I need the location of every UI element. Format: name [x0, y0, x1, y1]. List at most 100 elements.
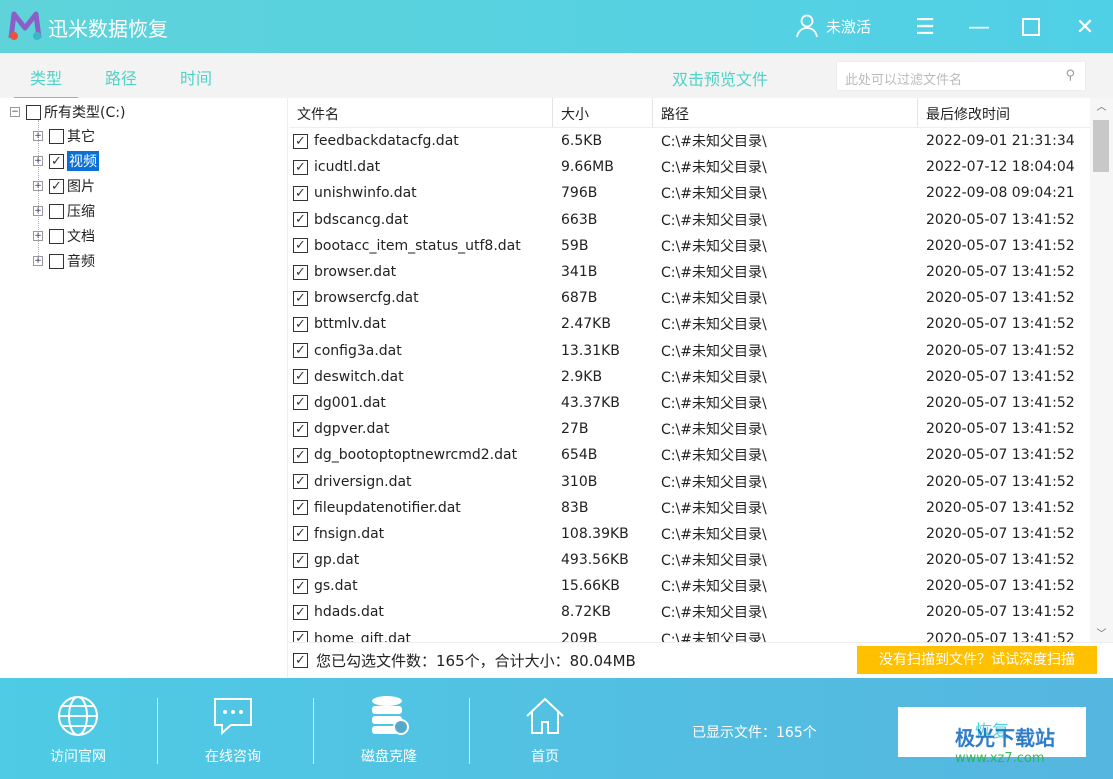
table-row[interactable]: ✓ dg001.dat 43.37KB C:\#未知父目录\ 2020-05-07 13…: [289, 390, 1090, 416]
table-row[interactable]: ✓ bdscancg.dat 663B C:\#未知父目录\ 2020-05-07 13…: [289, 207, 1090, 233]
filter-placeholder: 此处可以过滤文件名: [845, 73, 963, 88]
table-row[interactable]: ✓ gs.dat 15.66KB C:\#未知父目录\ 2020-05-07 13:41…: [289, 573, 1090, 599]
table-row[interactable]: ✓ unishwinfo.dat 796B C:\#未知父目录\ 2022-09-08 …: [289, 180, 1090, 206]
table-row[interactable]: ✓ config3a.dat 13.31KB C:\#未知父目录\ 2020-05-07…: [289, 338, 1090, 364]
table-row[interactable]: ✓ bttmlv.dat 2.47KB C:\#未知父目录\ 2020-05-07 13…: [289, 311, 1090, 337]
tab-type[interactable]: 类型: [14, 65, 79, 100]
expand-icon[interactable]: +: [33, 131, 43, 141]
visit-website-button[interactable]: 访问官网: [28, 694, 128, 766]
tab-path[interactable]: 路径: [105, 65, 137, 89]
row-checkbox[interactable]: ✓: [293, 421, 308, 437]
row-checkbox[interactable]: ✓: [293, 369, 308, 385]
row-checkbox[interactable]: ✓: [293, 500, 308, 516]
scrollbar-thumb[interactable]: [1093, 120, 1109, 172]
close-button[interactable]: ✕: [1070, 12, 1100, 42]
file-path: C:\#未知父目录\: [661, 134, 767, 151]
row-checkbox[interactable]: ✓: [293, 264, 308, 280]
row-checkbox[interactable]: ✓: [293, 474, 308, 490]
file-modified: 2020-05-07 13:41:52: [926, 525, 1075, 542]
tab-time[interactable]: 时间: [180, 65, 212, 89]
collapse-icon[interactable]: −: [10, 107, 20, 117]
header-modified[interactable]: 最后修改时间: [918, 98, 1090, 127]
row-checkbox[interactable]: ✓: [293, 395, 308, 411]
table-row[interactable]: ✓ deswitch.dat 2.9KB C:\#未知父目录\ 2020-05-07 1…: [289, 364, 1090, 390]
row-checkbox[interactable]: ✓: [293, 133, 308, 149]
table-row[interactable]: ✓ hdads.dat 8.72KB C:\#未知父目录\ 2020-05-07 13:…: [289, 599, 1090, 625]
tree-checkbox[interactable]: [26, 104, 41, 120]
tree-checkbox[interactable]: [49, 128, 64, 144]
tree-root[interactable]: − 所有类型(C:): [10, 102, 125, 122]
row-checkbox[interactable]: ✓: [293, 526, 308, 542]
row-checkbox[interactable]: ✓: [293, 212, 308, 228]
file-name: fnsign.dat: [314, 525, 385, 542]
table-row[interactable]: ✓ browser.dat 341B C:\#未知父目录\ 2020-05-07 13:…: [289, 259, 1090, 285]
file-path: C:\#未知父目录\: [661, 238, 767, 255]
tree-checkbox[interactable]: [49, 253, 64, 269]
file-size: 6.5KB: [561, 133, 603, 150]
file-name: icudtl.dat: [314, 159, 381, 176]
row-checkbox[interactable]: ✓: [293, 159, 308, 175]
tree-item[interactable]: + 文档: [33, 226, 95, 246]
watermark: 极光下载站 www.xz7.com: [955, 726, 1055, 766]
row-checkbox[interactable]: ✓: [293, 316, 308, 332]
header-name[interactable]: 文件名: [289, 98, 553, 127]
table-row[interactable]: ✓ driversign.dat 310B C:\#未知父目录\ 2020-05-07 …: [289, 468, 1090, 494]
expand-icon[interactable]: +: [33, 156, 43, 166]
row-checkbox[interactable]: ✓: [293, 343, 308, 359]
close-icon: ✕: [1075, 14, 1095, 40]
table-row[interactable]: ✓ bootacc_item_status_utf8.dat 59B C:\#未知父目…: [289, 233, 1090, 259]
disk-clone-button[interactable]: 磁盘克隆: [339, 694, 439, 766]
table-row[interactable]: ✓ icudtl.dat 9.66MB C:\#未知父目录\ 2022-07-12 18…: [289, 154, 1090, 180]
select-all-checkbox[interactable]: ✓: [293, 653, 308, 668]
expand-icon[interactable]: +: [33, 181, 43, 191]
row-checkbox[interactable]: ✓: [293, 578, 308, 594]
tree-checkbox[interactable]: ✓: [49, 178, 64, 194]
table-row[interactable]: ✓ fnsign.dat 108.39KB C:\#未知父目录\ 2020-05-07 …: [289, 521, 1090, 547]
minimize-button[interactable]: —: [964, 12, 994, 42]
row-checkbox[interactable]: ✓: [293, 447, 308, 463]
tree-item[interactable]: + 其它: [33, 126, 95, 146]
row-checkbox[interactable]: ✓: [293, 552, 308, 568]
row-checkbox[interactable]: ✓: [293, 238, 308, 254]
table-row[interactable]: ✓ dg_bootoptoptnewrcmd2.dat 654B C:\#未知父目录\…: [289, 442, 1090, 468]
table-row[interactable]: ✓ dgpver.dat 27B C:\#未知父目录\ 2020-05-07 13:41…: [289, 416, 1090, 442]
expand-icon[interactable]: +: [33, 206, 43, 216]
expand-icon[interactable]: +: [33, 231, 43, 241]
header-size[interactable]: 大小: [553, 98, 653, 127]
menu-button[interactable]: ☰: [910, 12, 940, 42]
tree-item[interactable]: + 压缩: [33, 201, 95, 221]
row-checkbox[interactable]: ✓: [293, 290, 308, 306]
row-checkbox[interactable]: ✓: [293, 631, 308, 642]
file-size: 83B: [561, 499, 589, 516]
tree-item[interactable]: + ✓ 视频: [33, 151, 99, 171]
file-path: C:\#未知父目录\: [661, 631, 767, 642]
tree-item[interactable]: + 音频: [33, 251, 95, 271]
scrollbar[interactable]: ︿ ﹀: [1090, 98, 1113, 642]
online-consult-label: 在线咨询: [205, 749, 261, 765]
file-size: 2.47KB: [561, 316, 611, 333]
tree-checkbox[interactable]: [49, 228, 64, 244]
tree-item[interactable]: + ✓ 图片: [33, 176, 95, 196]
expand-icon[interactable]: +: [33, 256, 43, 266]
file-modified: 2022-09-08 09:04:21: [926, 185, 1075, 202]
account-button[interactable]: 未激活: [796, 14, 871, 38]
header-path[interactable]: 路径: [653, 98, 918, 127]
home-button[interactable]: 首页: [495, 694, 595, 766]
deep-scan-button[interactable]: 没有扫描到文件？试试深度扫描: [857, 646, 1097, 674]
table-row[interactable]: ✓ feedbackdatacfg.dat 6.5KB C:\#未知父目录\ 2022-…: [289, 128, 1090, 154]
row-checkbox[interactable]: ✓: [293, 604, 308, 620]
table-row[interactable]: ✓ fileupdatenotifier.dat 83B C:\#未知父目录\ 2020…: [289, 495, 1090, 521]
table-row[interactable]: ✓ browsercfg.dat 687B C:\#未知父目录\ 2020-05-07 …: [289, 285, 1090, 311]
table-row[interactable]: ✓ home_gift.dat 209B C:\#未知父目录\ 2020-05-07 1…: [289, 626, 1090, 642]
filter-input[interactable]: 此处可以过滤文件名 ⚲: [836, 61, 1086, 91]
row-checkbox[interactable]: ✓: [293, 185, 308, 201]
maximize-button[interactable]: [1016, 12, 1046, 42]
file-size: 493.56KB: [561, 552, 629, 569]
tree-checkbox[interactable]: ✓: [49, 153, 64, 169]
table-row[interactable]: ✓ gp.dat 493.56KB C:\#未知父目录\ 2020-05-07 13:4…: [289, 547, 1090, 573]
file-path: C:\#未知父目录\: [661, 395, 767, 412]
online-consult-button[interactable]: 在线咨询: [183, 694, 283, 766]
tree-checkbox[interactable]: [49, 203, 64, 219]
file-modified: 2020-05-07 13:41:52: [926, 552, 1075, 569]
search-icon[interactable]: ⚲: [1065, 68, 1075, 83]
